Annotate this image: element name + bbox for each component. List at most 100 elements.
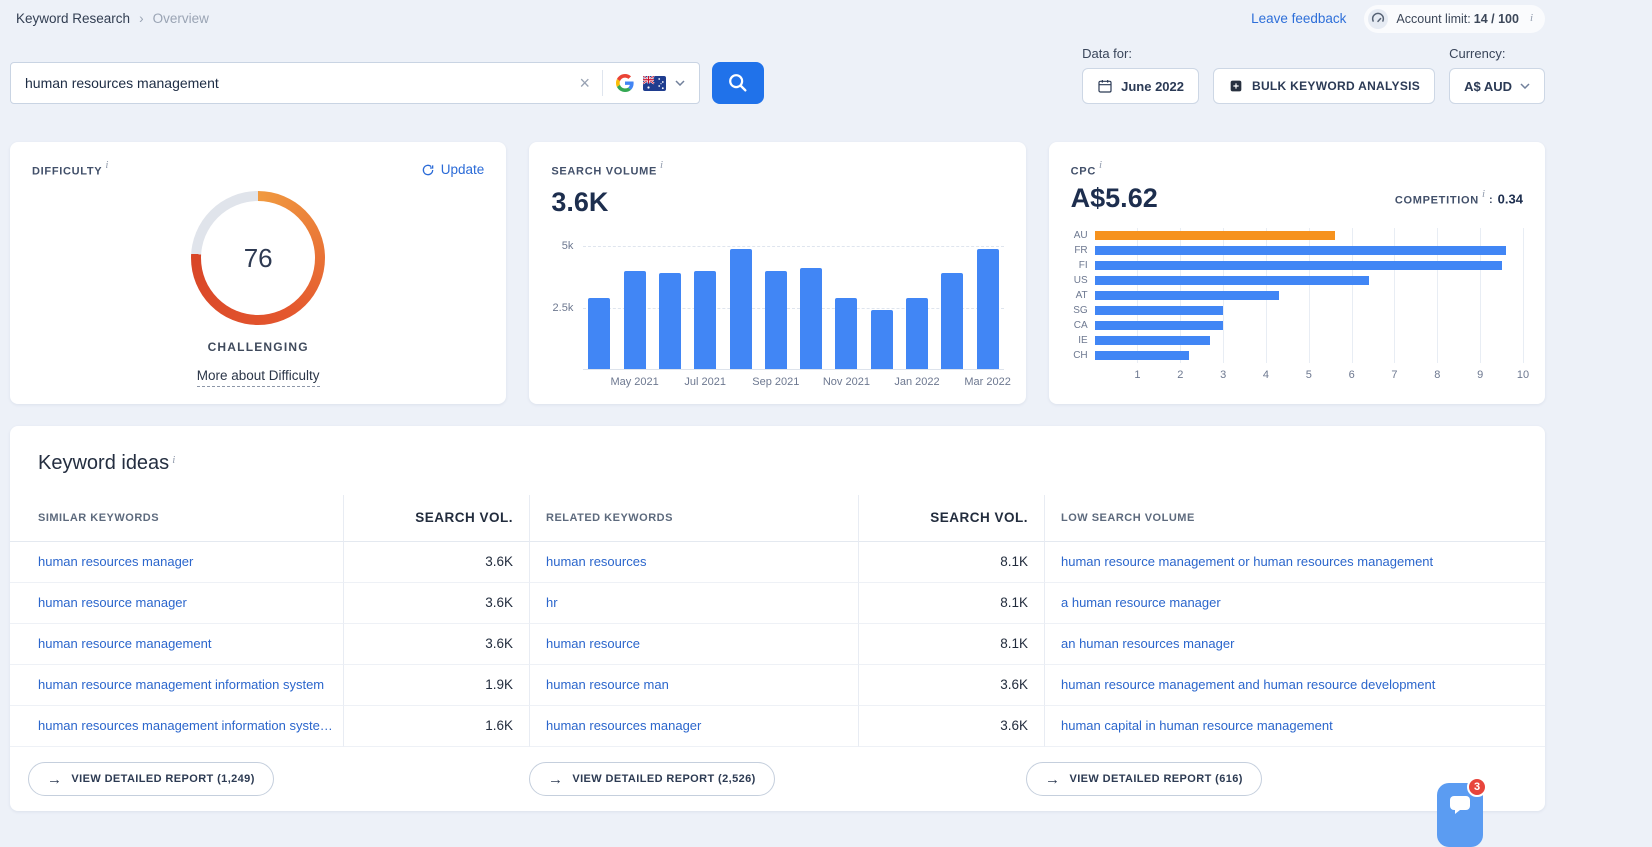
view-detailed-report-related-button[interactable]: → VIEW DETAILED REPORT (2,526) <box>528 762 775 796</box>
cpc-bar <box>1094 276 1369 286</box>
keyword-cell: human resource <box>529 624 858 665</box>
bulk-keyword-analysis-button[interactable]: BULK KEYWORD ANALYSIS <box>1212 68 1436 104</box>
low-volume-keyword-link[interactable]: an human resources manager <box>1061 636 1234 651</box>
x-tick-label: Jul 2021 <box>684 376 727 389</box>
search-button[interactable] <box>712 62 764 104</box>
cpc-bar-row <box>1094 333 1523 348</box>
search-volume-value: 8.1K <box>858 542 1044 583</box>
cpc-bar-row <box>1094 243 1523 258</box>
low-volume-keyword-link[interactable]: a human resource manager <box>1061 595 1221 610</box>
similar-keyword-link[interactable]: human resources management information s… <box>38 718 333 733</box>
search-volume-value: 3.6K <box>343 583 529 624</box>
arrow-right-icon: → <box>1045 770 1061 788</box>
chevron-down-icon <box>1520 83 1530 89</box>
clear-search-icon[interactable]: × <box>567 74 602 92</box>
volume-bar-slot <box>799 246 823 370</box>
table-row: human resource management information sy… <box>10 665 1545 706</box>
similar-keyword-link[interactable]: human resource management information sy… <box>38 677 324 692</box>
country-label: FI <box>1078 260 1088 272</box>
volume-bar <box>729 248 752 370</box>
account-limit-text: Account limit: 14 / 100 <box>1396 11 1519 26</box>
currency-select[interactable]: A$ AUD <box>1449 68 1545 104</box>
keyword-cell: human resource man <box>529 665 858 706</box>
cpc-bar-row <box>1094 228 1523 243</box>
keyword-ideas-title: Keyword ideas <box>38 452 170 474</box>
x-axis-label: 6 <box>1348 369 1355 382</box>
cpc-bar <box>1094 291 1279 301</box>
view-detailed-report-low-volume-button[interactable]: → VIEW DETAILED REPORT (616) <box>1026 762 1262 796</box>
similar-keyword-link[interactable]: human resources manager <box>38 554 193 569</box>
cpc-bar-row <box>1094 288 1523 303</box>
low-volume-keyword-link[interactable]: human resource management and human reso… <box>1061 677 1435 692</box>
keyword-search-box: × <box>10 62 700 104</box>
info-icon: i <box>172 453 176 466</box>
volume-bar-slot <box>834 246 858 370</box>
country-label: AU <box>1073 230 1088 242</box>
keyword-table-body: human resources manager 3.6K human resourc… <box>10 542 1545 747</box>
cpc-bar-row <box>1094 318 1523 333</box>
volume-bar <box>870 310 893 370</box>
leave-feedback-link[interactable]: Leave feedback <box>1251 11 1346 26</box>
low-volume-keyword-link[interactable]: human resource management or human resou… <box>1061 554 1433 569</box>
keyword-search-input[interactable] <box>25 75 568 91</box>
competition-value: 0.34 <box>1497 191 1523 207</box>
info-icon: i <box>1481 188 1485 200</box>
x-tick-label: Nov 2021 <box>822 376 870 389</box>
search-volume-bars <box>583 246 1003 370</box>
x-tick-label <box>658 376 682 390</box>
related-keyword-link[interactable]: hr <box>546 595 558 610</box>
related-keyword-link[interactable]: human resources <box>546 554 646 569</box>
x-tick-label: Mar 2022 <box>964 376 1011 389</box>
bulk-button-label: BULK KEYWORD ANALYSIS <box>1251 79 1421 93</box>
volume-bar-slot <box>905 246 929 370</box>
volume-bar-slot <box>940 246 964 370</box>
chevron-down-icon <box>675 80 685 86</box>
volume-bar-slot <box>976 246 1000 370</box>
low-volume-keyword-link[interactable]: human capital in human resource manageme… <box>1061 718 1333 733</box>
volume-bar <box>623 270 646 370</box>
country-label: AT <box>1075 290 1088 302</box>
keyword-cell: human capital in human resource manageme… <box>1044 706 1545 747</box>
country-label: CA <box>1073 320 1088 332</box>
country-label: US <box>1073 275 1088 287</box>
y-tick-label: 5k <box>561 240 574 253</box>
x-axis-label: 9 <box>1477 369 1484 382</box>
view-detailed-report-similar-button[interactable]: → VIEW DETAILED REPORT (1,249) <box>28 762 274 796</box>
cpc-bar <box>1094 351 1189 361</box>
similar-keyword-link[interactable]: human resource manager <box>38 595 187 610</box>
topbar: Keyword Research › Overview Leave feedba… <box>10 0 1545 33</box>
info-icon: i <box>1098 159 1103 171</box>
more-about-difficulty-link[interactable]: More about Difficulty <box>196 366 320 387</box>
update-button[interactable]: Update <box>421 162 484 177</box>
search-volume-value: 3.6K <box>858 706 1044 747</box>
x-tick-label <box>729 376 753 390</box>
search-volume-value: 1.9K <box>343 665 529 706</box>
search-volume-chart: 5k 2.5k May 2021 Jul 2021 Sep 2021 Nov 2021… <box>551 240 1011 390</box>
related-keyword-link[interactable]: human resource <box>546 636 640 651</box>
chat-notification-badge: 3 <box>1467 777 1487 797</box>
similar-keyword-link[interactable]: human resource management <box>38 636 211 651</box>
breadcrumb-keyword-research[interactable]: Keyword Research <box>16 11 130 26</box>
difficulty-gauge-ring: 76 <box>191 191 326 326</box>
column-header-related-keywords: RELATED KEYWORDS <box>529 495 858 542</box>
keyword-cell: human resources <box>529 542 858 583</box>
keyword-cell: an human resources manager <box>1044 624 1545 665</box>
info-icon: i <box>660 159 664 171</box>
search-volume-value: 3.6K <box>551 187 609 218</box>
cpc-axis: 1 2 3 4 5 6 7 8 9 10 <box>1095 365 1529 385</box>
topbar-right: Leave feedback Account limit: 14 / 100 i <box>1251 4 1545 33</box>
search-engine-region-selector[interactable] <box>602 70 691 96</box>
country-label: IE <box>1078 335 1088 347</box>
related-keyword-link[interactable]: human resources manager <box>546 718 701 733</box>
table-footer: → VIEW DETAILED REPORT (1,249) → VIEW DETA… <box>10 747 1545 811</box>
date-picker-button[interactable]: June 2022 <box>1082 68 1199 104</box>
competition-indicator: COMPETITIONi: 0.34 <box>1394 188 1523 207</box>
country-label: CH <box>1073 350 1088 362</box>
x-axis-label: 1 <box>1134 369 1141 382</box>
calendar-icon <box>1098 80 1112 93</box>
search-volume-yaxis: 5k 2.5k <box>551 240 583 370</box>
related-keyword-link[interactable]: human resource man <box>546 677 669 692</box>
refresh-icon <box>422 164 434 175</box>
breadcrumb-overview: Overview <box>152 11 209 26</box>
volume-bar <box>658 273 681 370</box>
